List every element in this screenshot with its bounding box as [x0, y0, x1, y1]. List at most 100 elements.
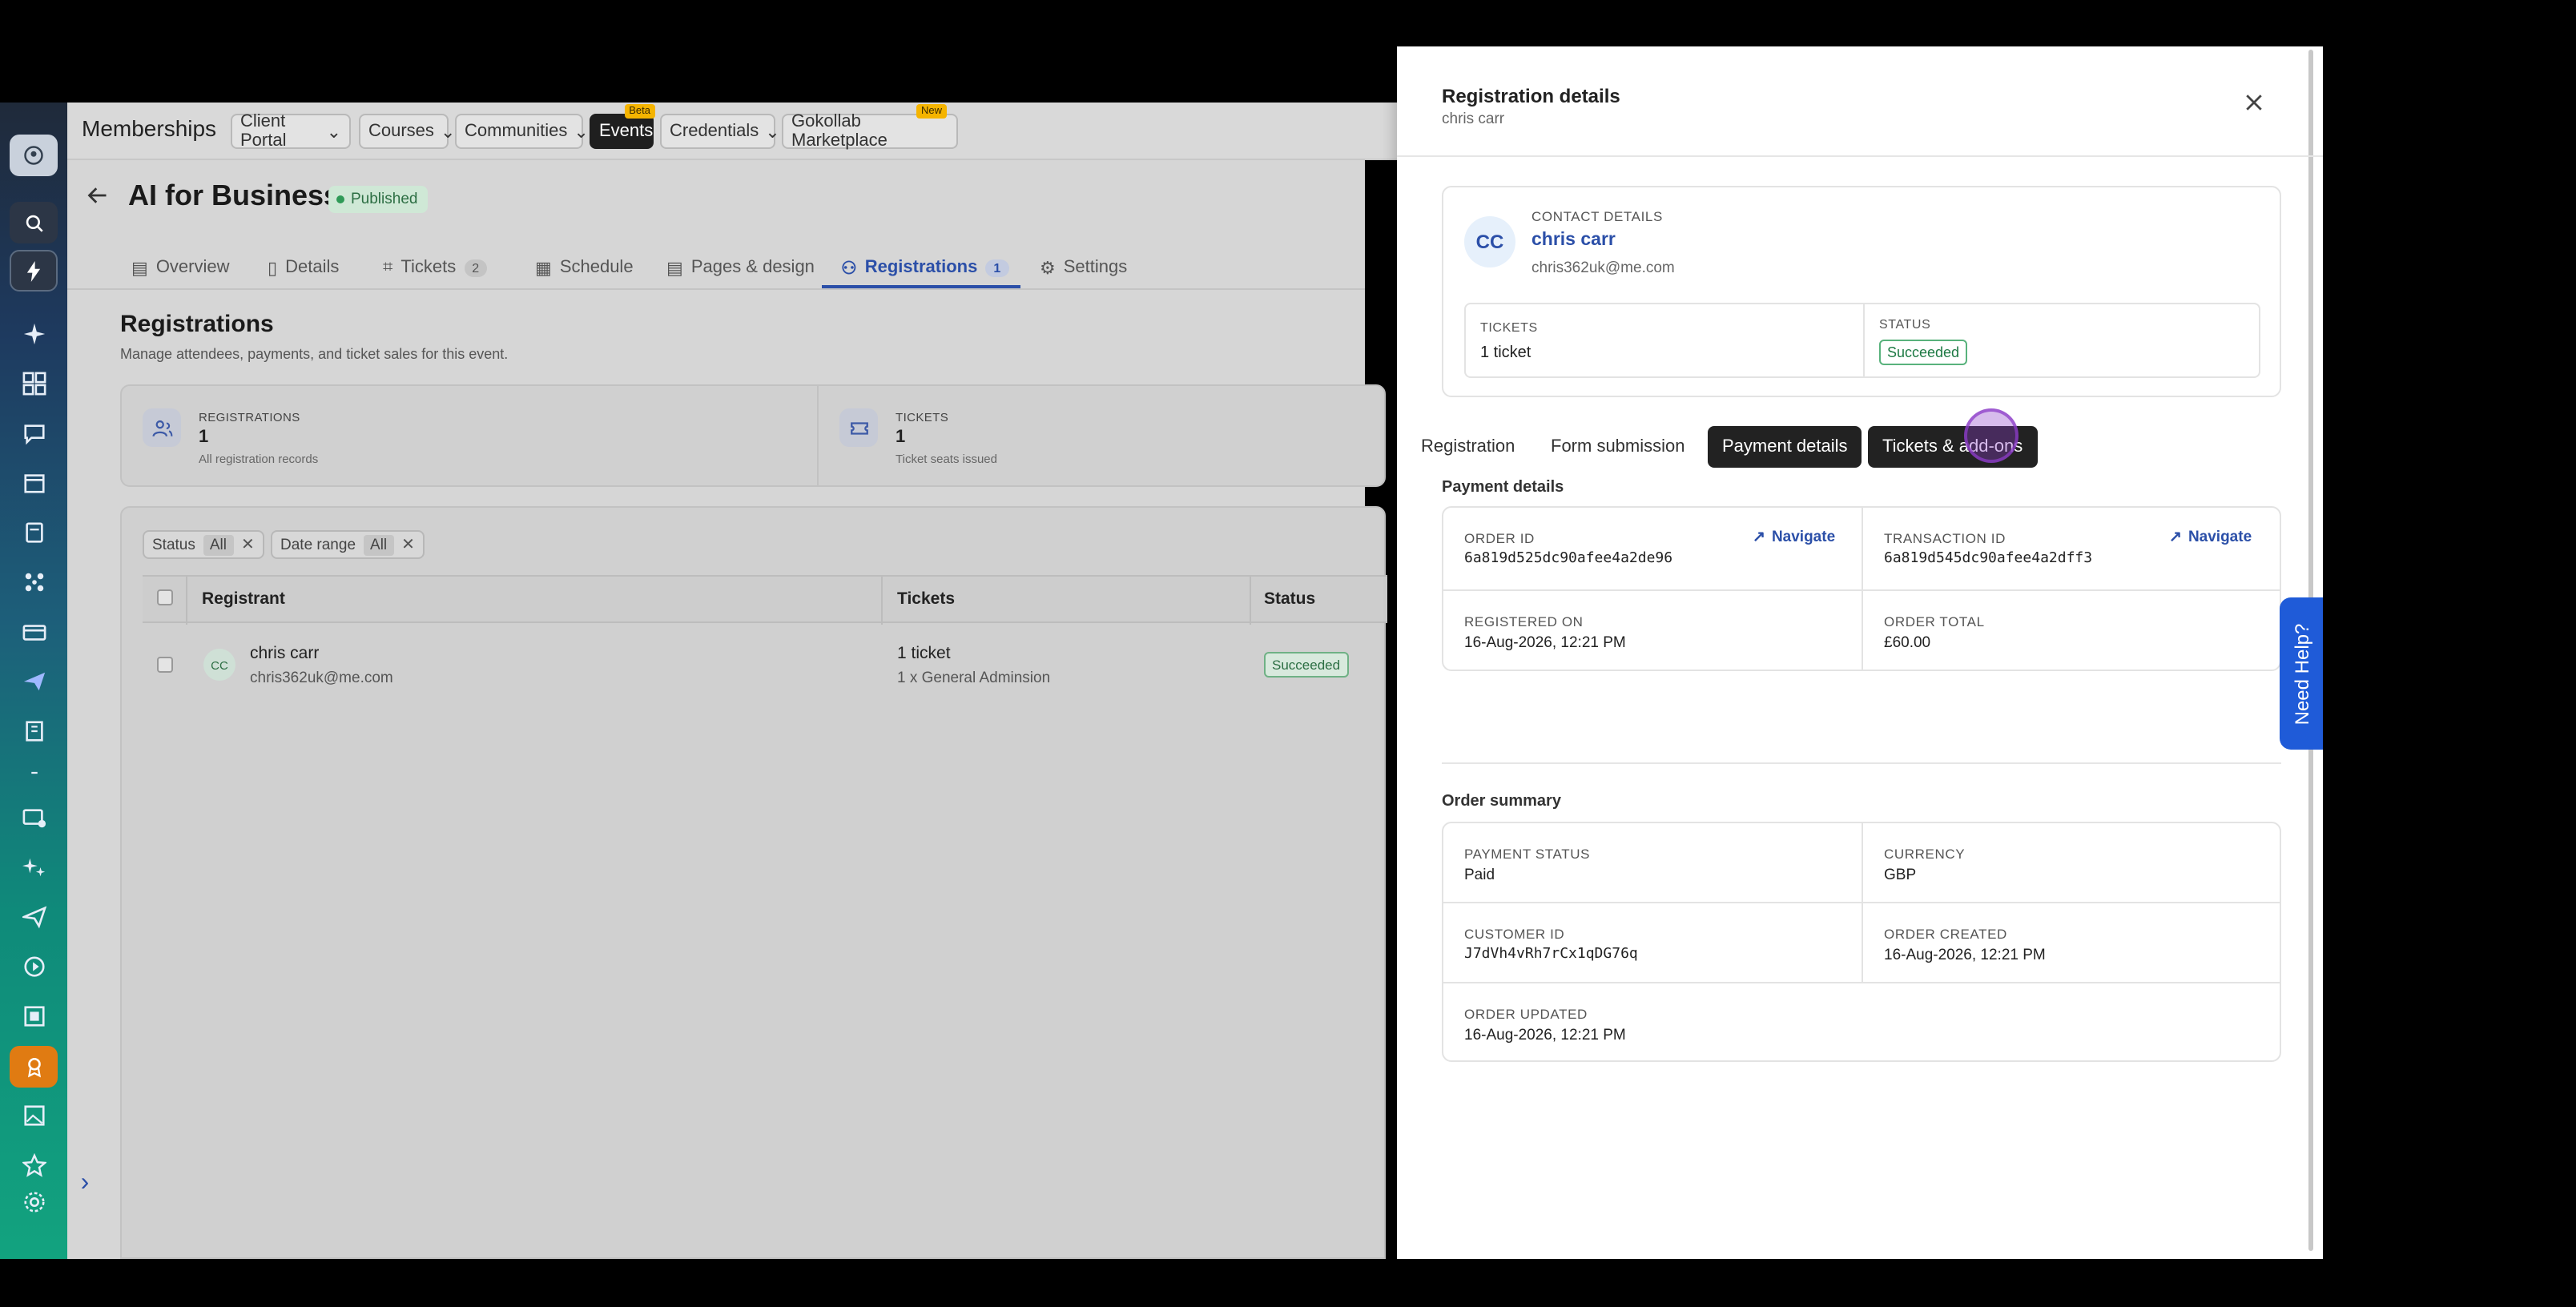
registered-on-value: 16-Aug-2026, 12:21 PM: [1464, 634, 1626, 652]
app-sidebar: [0, 103, 67, 1259]
stat-value: 1: [199, 428, 209, 447]
column-registrant[interactable]: Registrant: [202, 589, 285, 609]
nav-courses[interactable]: Courses ⌄: [359, 114, 455, 149]
column-tickets[interactable]: Tickets: [897, 589, 955, 609]
send-icon[interactable]: [18, 665, 50, 697]
tab-settings[interactable]: ⚙ Settings: [1040, 247, 1127, 288]
lightning-icon[interactable]: [10, 250, 58, 292]
website-icon[interactable]: [18, 999, 50, 1032]
media-icon[interactable]: [18, 1099, 50, 1131]
transaction-id-cell: TRANSACTION ID 6a819d545dc90afee4a2dff3 …: [1863, 508, 2283, 588]
nav-credentials[interactable]: Credentials ⌄: [660, 114, 780, 149]
dashboard-icon[interactable]: [18, 367, 50, 399]
contacts-icon[interactable]: [18, 516, 50, 548]
tab-count: 2: [464, 259, 488, 276]
order-navigate-link[interactable]: ↗ Navigate: [1753, 529, 1835, 546]
row-checkbox[interactable]: [157, 657, 173, 673]
tab-divider: [67, 288, 1365, 290]
tab-overview[interactable]: ▤ Overview: [131, 247, 230, 288]
users-icon: ⚇: [841, 259, 857, 278]
gear-icon[interactable]: [18, 1185, 50, 1217]
order-total-value: £60.00: [1884, 634, 1931, 652]
star-icon[interactable]: [18, 1148, 50, 1180]
tab-registrations[interactable]: ⚇ Registrations 1: [841, 247, 1009, 288]
ticket-count: 1 ticket: [897, 644, 951, 663]
avatar: CC: [1464, 216, 1515, 267]
remove-filter-icon[interactable]: ✕: [401, 536, 415, 553]
close-icon[interactable]: [2243, 91, 2265, 114]
contact-card: CC CONTACT DETAILS chris carr chris362uk…: [1442, 186, 2281, 397]
arrow-up-right-icon: ↗: [1753, 529, 1765, 546]
stat-label: REGISTRATIONS: [199, 410, 300, 424]
table-row[interactable]: CC chris carr chris362uk@me.com 1 ticket…: [143, 623, 1387, 706]
ticket-icon: ⌗: [383, 257, 393, 276]
avatar: CC: [203, 649, 235, 681]
ticket-icon: [839, 408, 878, 447]
transaction-navigate-link[interactable]: ↗ Navigate: [2169, 529, 2252, 546]
currency-cell: CURRENCY GBP: [1863, 823, 2283, 903]
status-badge: Succeeded: [1264, 652, 1349, 678]
table-header: Registrant Tickets Status: [143, 575, 1387, 625]
contact-summary-box: TICKETS 1 ticket STATUS Succeeded: [1464, 303, 2260, 378]
tab-registration[interactable]: Registration: [1407, 426, 1529, 468]
select-all-checkbox[interactable]: [157, 589, 173, 605]
panel-title: Registration details: [1442, 85, 1620, 107]
account-avatar-icon[interactable]: [10, 135, 58, 176]
overview-icon: ▤: [131, 259, 148, 278]
order-updated-value: 16-Aug-2026, 12:21 PM: [1464, 1027, 1626, 1044]
expand-sidebar-button[interactable]: ›: [67, 1163, 103, 1204]
tab-schedule[interactable]: ▦ Schedule: [535, 247, 634, 288]
back-arrow-icon[interactable]: [87, 184, 109, 211]
order-id-cell: ORDER ID 6a819d525dc90afee4a2de96 ↗ Navig…: [1443, 508, 1863, 588]
beta-badge: Beta: [624, 104, 655, 119]
nav-client-portal[interactable]: Client Portal ⌄: [231, 112, 351, 151]
chevron-down-icon: ⌄: [765, 123, 780, 142]
summary-divider: [1863, 304, 1865, 376]
memberships-icon[interactable]: [10, 1046, 58, 1088]
filter-date-range[interactable]: Date range All ✕: [271, 530, 425, 559]
section-divider: [1442, 762, 2281, 764]
nav-communities[interactable]: Communities ⌄: [455, 114, 589, 149]
tab-tickets[interactable]: ⌗ Tickets 2: [383, 247, 488, 288]
need-help-button[interactable]: Need Help?: [2280, 597, 2323, 750]
page-subtitle: Manage attendees, payments, and ticket s…: [120, 346, 509, 362]
registrant-name: chris carr: [250, 644, 320, 663]
order-summary-card: PAYMENT STATUS Paid CURRENCY GBP CUSTOME…: [1442, 822, 2281, 1062]
filter-status[interactable]: Status All ✕: [143, 530, 264, 559]
paper-plane-icon[interactable]: [18, 900, 50, 932]
registrations-table: Status All ✕ Date range All ✕ Registrant Tic…: [120, 506, 1387, 1259]
play-circle-icon[interactable]: [18, 950, 50, 982]
nav-gokollab-marketplace[interactable]: Gokollab Marketplace New: [782, 104, 958, 151]
calendar-icon: ▦: [535, 259, 552, 278]
chevron-right-icon: ›: [80, 1169, 90, 1196]
tab-payment-details[interactable]: Payment details: [1708, 426, 1862, 468]
stat-value: 1: [896, 428, 906, 447]
customer-id-label: CUSTOMER ID: [1464, 926, 1565, 942]
calendar-icon[interactable]: [18, 466, 50, 498]
chevron-down-icon: ⌄: [574, 123, 589, 142]
tickets-value: 1 ticket: [1480, 344, 1532, 362]
column-status[interactable]: Status: [1264, 589, 1315, 609]
building-icon[interactable]: [18, 714, 50, 746]
column-divider: [881, 577, 883, 625]
order-updated-label: ORDER UPDATED: [1464, 1006, 1588, 1022]
nav-events[interactable]: Events Beta: [590, 104, 655, 149]
search-icon[interactable]: [10, 202, 58, 243]
payments-icon[interactable]: [18, 615, 50, 647]
ai-sparkle-icon[interactable]: [18, 851, 50, 883]
stat-registrations: REGISTRATIONS 1 All registration records: [122, 386, 817, 485]
tab-pages-design[interactable]: ▤ Pages & design: [666, 247, 815, 288]
workflow-icon[interactable]: [18, 565, 50, 597]
new-badge: New: [916, 104, 947, 119]
chat-icon[interactable]: [18, 416, 50, 448]
tab-form-submission[interactable]: Form submission: [1536, 426, 1700, 468]
contact-name-link[interactable]: chris carr: [1532, 231, 1616, 250]
sparkle-icon[interactable]: [18, 317, 50, 349]
section-title: Memberships: [82, 115, 217, 141]
chevron-down-icon: ⌄: [326, 123, 341, 142]
layout-icon: ▤: [666, 259, 683, 278]
remove-filter-icon[interactable]: ✕: [241, 536, 255, 553]
reviews-icon[interactable]: [18, 801, 50, 833]
tab-details[interactable]: ▯ Details: [268, 247, 339, 288]
order-summary-heading: Order summary: [1442, 793, 1561, 810]
